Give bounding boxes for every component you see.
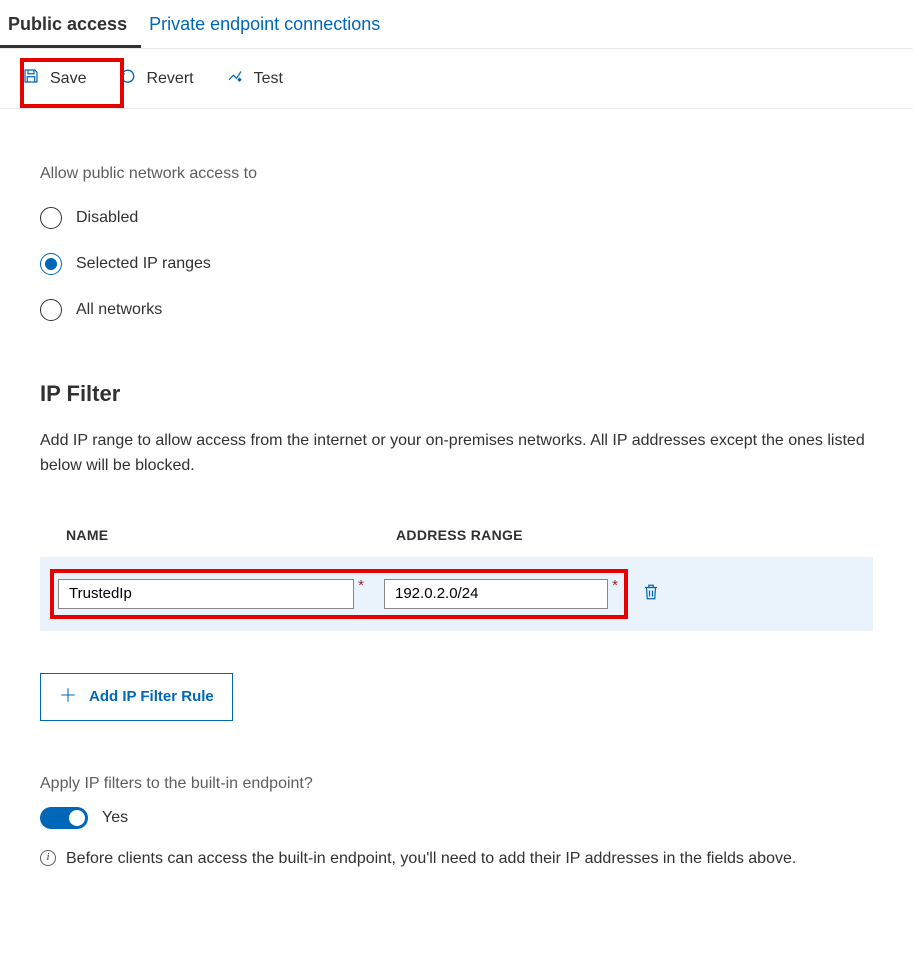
radio-selected-ip[interactable]: Selected IP ranges: [40, 253, 873, 275]
apply-filter-toggle[interactable]: [40, 807, 88, 829]
plus-icon: [59, 686, 77, 708]
ip-filter-row: * *: [40, 557, 873, 631]
delete-rule-button[interactable]: [634, 576, 668, 611]
save-icon: [22, 67, 40, 90]
trash-icon: [642, 590, 660, 605]
tab-private-endpoint[interactable]: Private endpoint connections: [141, 0, 396, 48]
info-icon: i: [40, 850, 56, 866]
save-button[interactable]: Save: [8, 59, 100, 98]
radio-label: Selected IP ranges: [76, 255, 211, 273]
required-marker: *: [612, 577, 618, 594]
radio-all-networks[interactable]: All networks: [40, 299, 873, 321]
radio-icon: [40, 207, 62, 229]
apply-filter-info: Before clients can access the built-in e…: [66, 847, 796, 872]
toggle-value-text: Yes: [102, 809, 128, 827]
radio-label: Disabled: [76, 209, 138, 227]
col-name: NAME: [66, 527, 396, 543]
required-marker: *: [358, 577, 364, 594]
ip-filter-table-header: NAME ADDRESS RANGE: [40, 527, 873, 557]
revert-icon: [118, 67, 136, 90]
radio-icon: [40, 299, 62, 321]
radio-disabled[interactable]: Disabled: [40, 207, 873, 229]
tab-bar: Public access Private endpoint connectio…: [0, 0, 913, 49]
radio-icon: [40, 253, 62, 275]
access-radio-group: Disabled Selected IP ranges All networks: [40, 207, 873, 321]
highlight-fields: * *: [50, 569, 628, 619]
test-button[interactable]: Test: [212, 59, 297, 98]
toolbar: Save Revert Test: [0, 49, 913, 109]
rule-range-input[interactable]: [384, 579, 608, 609]
radio-label: All networks: [76, 301, 162, 319]
tab-public-access[interactable]: Public access: [0, 0, 141, 48]
test-label: Test: [254, 70, 283, 88]
rule-name-input[interactable]: [58, 579, 354, 609]
ip-filter-description: Add IP range to allow access from the in…: [40, 429, 873, 479]
revert-label: Revert: [146, 70, 193, 88]
save-label: Save: [50, 70, 86, 88]
apply-filter-label: Apply IP filters to the built-in endpoin…: [40, 775, 873, 793]
ip-filter-heading: IP Filter: [40, 381, 873, 407]
access-label: Allow public network access to: [40, 165, 873, 183]
revert-button[interactable]: Revert: [104, 59, 207, 98]
test-icon: [226, 67, 244, 90]
add-button-label: Add IP Filter Rule: [89, 688, 214, 705]
add-ip-rule-button[interactable]: Add IP Filter Rule: [40, 673, 233, 721]
col-range: ADDRESS RANGE: [396, 527, 656, 543]
